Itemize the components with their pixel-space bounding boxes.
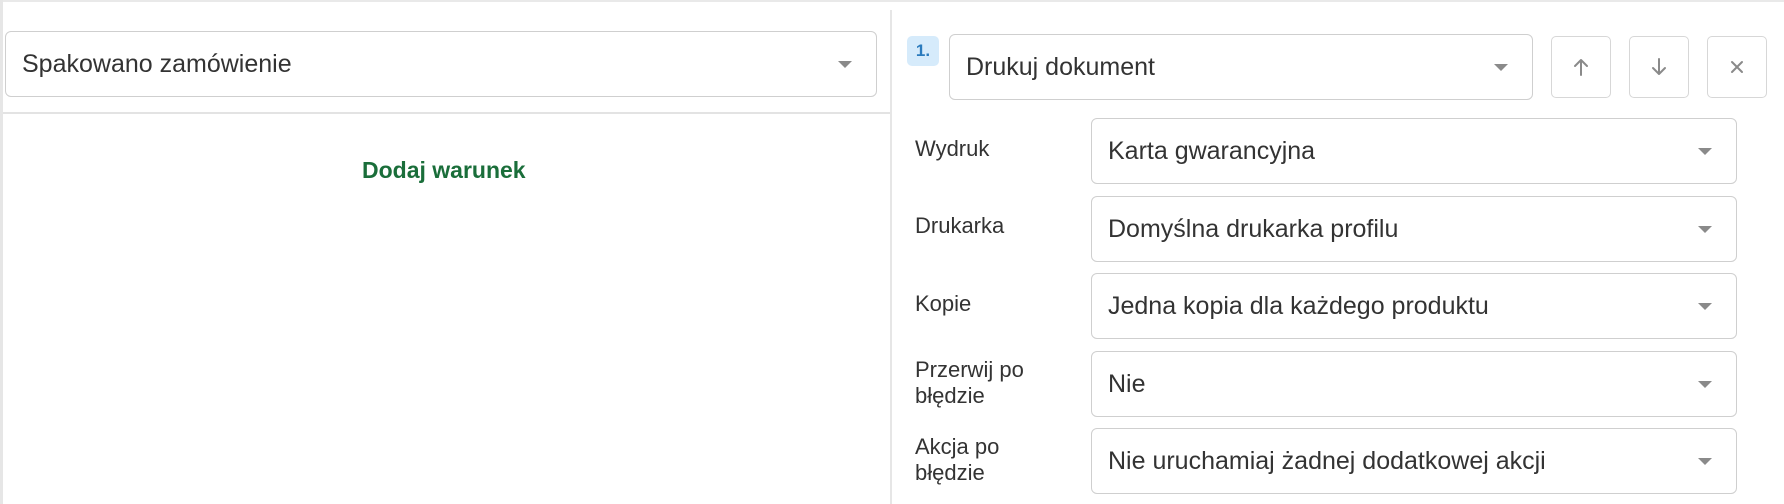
akcja-label-line1: Akcja po: [915, 434, 1000, 459]
akcja-select[interactable]: Nie uruchamiaj żadnej dodatkowej akcji: [1091, 428, 1737, 494]
move-up-button[interactable]: [1551, 36, 1611, 98]
step-number-badge: 1.: [907, 36, 939, 66]
action-type-select[interactable]: Drukuj dokument: [949, 34, 1533, 100]
chevron-down-icon: [1494, 64, 1508, 71]
akcja-label: Akcja po błędzie: [915, 434, 999, 486]
close-icon: [1731, 61, 1743, 73]
chevron-down-icon: [1698, 303, 1712, 310]
remove-action-button[interactable]: [1707, 36, 1767, 98]
trigger-panel: Spakowano zamówienie Dodaj warunek: [3, 2, 890, 504]
divider: [3, 112, 890, 114]
akcja-value: Nie uruchamiaj żadnej dodatkowej akcji: [1108, 446, 1546, 475]
action-panel: 1. Drukuj dokument Wydruk Karta gwarancy…: [893, 2, 1784, 504]
add-condition-link[interactable]: Dodaj warunek: [362, 157, 526, 184]
chevron-down-icon: [1698, 458, 1712, 465]
action-type-value: Drukuj dokument: [966, 52, 1155, 81]
wydruk-label: Wydruk: [915, 136, 990, 161]
kopie-label: Kopie: [915, 291, 972, 316]
przerwij-value: Nie: [1108, 369, 1146, 398]
akcja-label-line2: błędzie: [915, 460, 985, 485]
chevron-down-icon: [838, 61, 852, 68]
przerwij-label: Przerwij po błędzie: [915, 357, 1024, 409]
chevron-down-icon: [1698, 381, 1712, 388]
chevron-down-icon: [1698, 148, 1712, 155]
drukarka-label: Drukarka: [915, 213, 1005, 238]
arrow-down-icon: [1652, 58, 1666, 75]
move-down-button[interactable]: [1629, 36, 1689, 98]
panel-divider: [890, 10, 892, 504]
przerwij-label-line1: Przerwij po: [915, 357, 1024, 382]
przerwij-label-line2: błędzie: [915, 383, 985, 408]
arrow-up-icon: [1574, 59, 1588, 76]
chevron-down-icon: [1698, 226, 1712, 233]
przerwij-select[interactable]: Nie: [1091, 351, 1737, 417]
drukarka-select[interactable]: Domyślna drukarka profilu: [1091, 196, 1737, 262]
kopie-select[interactable]: Jedna kopia dla każdego produktu: [1091, 273, 1737, 339]
wydruk-select[interactable]: Karta gwarancyjna: [1091, 118, 1737, 184]
kopie-value: Jedna kopia dla każdego produktu: [1108, 291, 1489, 320]
trigger-event-select[interactable]: Spakowano zamówienie: [5, 31, 877, 97]
drukarka-value: Domyślna drukarka profilu: [1108, 214, 1399, 243]
wydruk-value: Karta gwarancyjna: [1108, 136, 1316, 165]
trigger-event-value: Spakowano zamówienie: [22, 49, 292, 78]
